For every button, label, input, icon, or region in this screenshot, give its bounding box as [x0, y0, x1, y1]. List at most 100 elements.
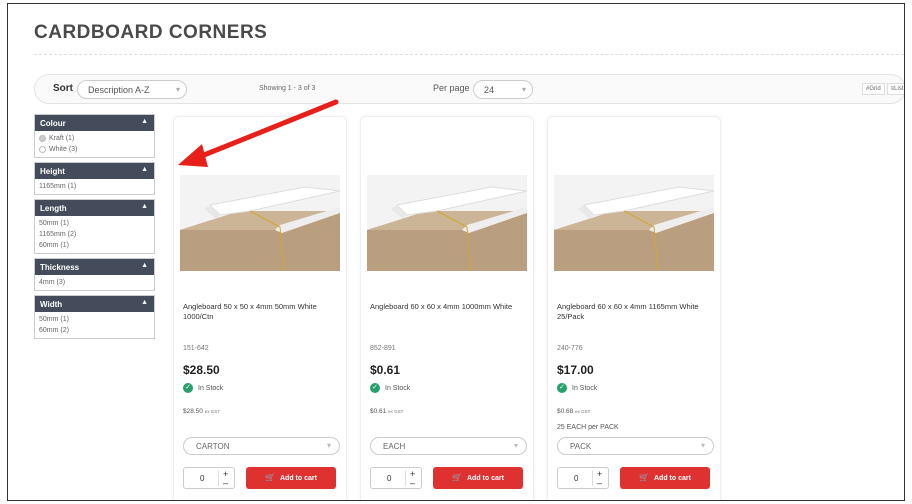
gst-label: ex GST	[388, 409, 404, 414]
stock-status: ✓ In Stock	[183, 383, 223, 393]
radio-icon[interactable]	[39, 146, 46, 153]
filter-option-label: 4mm (3)	[39, 279, 66, 286]
unit-price-value: $0.68	[557, 408, 574, 415]
product-image[interactable]	[367, 175, 528, 272]
filter-option[interactable]: 50mm (1)	[39, 218, 150, 229]
results-count: Showing 1 - 3 of 3	[259, 85, 316, 92]
unit-price-value: $0.61	[370, 408, 387, 415]
filter-title: Height	[40, 167, 65, 176]
decrement-button[interactable]: –	[410, 478, 415, 488]
product-image[interactable]	[180, 175, 341, 272]
filter-option-label: Kraft (1)	[49, 135, 75, 142]
filter-options: Kraft (1) White (3)	[35, 131, 154, 157]
filter-colour: Colour ▲ Kraft (1) White (3)	[34, 114, 155, 158]
filter-title: Thickness	[40, 263, 80, 272]
filter-header[interactable]: Length ▲	[35, 200, 154, 216]
chevron-down-icon: ▾	[326, 441, 331, 450]
title-divider	[34, 54, 904, 55]
quantity-stepper[interactable]: 0 + –	[183, 467, 235, 489]
filter-thickness: Thickness ▲ 4mm (3)	[34, 258, 155, 291]
filter-options: 50mm (1) 60mm (2)	[35, 312, 154, 338]
filter-header[interactable]: Width ▲	[35, 296, 154, 312]
sort-label: Sort	[53, 83, 73, 94]
filter-option[interactable]: 60mm (1)	[39, 240, 150, 251]
filter-option[interactable]: White (3)	[39, 144, 150, 155]
filter-option-label: White (3)	[49, 146, 78, 153]
filter-options: 4mm (3)	[35, 275, 154, 290]
add-to-cart-button[interactable]: 🛒 Add to cart	[620, 467, 710, 489]
collapse-caret-icon: ▲	[141, 203, 148, 210]
quantity-input[interactable]: 0	[200, 474, 204, 483]
add-to-cart-label: Add to cart	[280, 475, 317, 482]
product-sku: 852-891	[370, 345, 396, 352]
stock-label: In Stock	[385, 384, 411, 392]
quantity-input[interactable]: 0	[574, 474, 578, 483]
gst-label: ex GST	[204, 409, 220, 414]
filter-option[interactable]: 60mm (2)	[39, 325, 150, 336]
filter-option[interactable]: 4mm (3)	[39, 277, 150, 288]
add-to-cart-button[interactable]: 🛒 Add to cart	[433, 467, 523, 489]
per-page-label: Per page	[433, 83, 470, 93]
collapse-caret-icon: ▲	[141, 118, 148, 125]
grid-view-button[interactable]: #Grid	[862, 83, 885, 95]
filter-height: Height ▲ 1165mm (1)	[34, 162, 155, 195]
product-name[interactable]: Angleboard 60 x 60 x 4mm 1165mm White 25…	[557, 302, 717, 322]
add-to-cart-label: Add to cart	[467, 475, 504, 482]
product-card: Angleboard 60 x 60 x 4mm 1000mm White 85…	[360, 116, 534, 500]
annotation-arrow	[178, 99, 339, 167]
list-view-button[interactable]: ≡List	[886, 83, 904, 95]
chevron-down-icon: ▾	[513, 441, 518, 450]
filter-option[interactable]: 1165mm (1)	[39, 181, 150, 192]
stock-status: ✓ In Stock	[370, 383, 410, 393]
quantity-stepper[interactable]: 0 + –	[370, 467, 422, 489]
radio-icon[interactable]	[39, 135, 46, 142]
filter-option[interactable]: Kraft (1)	[39, 133, 150, 144]
sort-select-value: Description A-Z	[88, 85, 150, 95]
stock-label: In Stock	[572, 384, 598, 392]
gst-label: ex GST	[575, 409, 591, 414]
add-to-cart-button[interactable]: 🛒 Add to cart	[246, 467, 336, 489]
collapse-caret-icon: ▲	[141, 166, 148, 173]
filter-title: Length	[40, 204, 67, 213]
page-frame: CARDBOARD CORNERS Sort Description A-Z ▾…	[7, 3, 905, 501]
unit-select[interactable]: EACH ▾	[370, 437, 527, 455]
filter-option-label: 50mm (1)	[39, 220, 69, 227]
per-page-select[interactable]: 24 ▾	[473, 80, 533, 99]
stepper-divider	[218, 470, 219, 486]
product-sku: 240-776	[557, 345, 583, 352]
quantity-stepper[interactable]: 0 + –	[557, 467, 609, 489]
unit-price-value: $28.50	[183, 408, 203, 415]
filter-width: Width ▲ 50mm (1) 60mm (2)	[34, 295, 155, 339]
collapse-caret-icon: ▲	[141, 262, 148, 269]
filter-header[interactable]: Height ▲	[35, 163, 154, 179]
chevron-down-icon: ▾	[175, 85, 180, 94]
filter-header[interactable]: Thickness ▲	[35, 259, 154, 275]
product-name[interactable]: Angleboard 50 x 50 x 4mm 50mm White 1000…	[183, 302, 343, 322]
stock-label: In Stock	[198, 384, 224, 392]
check-circle-icon: ✓	[557, 383, 567, 393]
product-image[interactable]	[554, 175, 715, 272]
sort-select[interactable]: Description A-Z ▾	[77, 80, 187, 99]
filter-option[interactable]: 1165mm (2)	[39, 229, 150, 240]
filter-header[interactable]: Colour ▲	[35, 115, 154, 131]
unit-price: $0.61 ex GST	[370, 408, 403, 415]
unit-select[interactable]: CARTON ▾	[183, 437, 340, 455]
unit-select[interactable]: PACK ▾	[557, 437, 714, 455]
unit-select-value: EACH	[383, 442, 406, 451]
filter-option[interactable]: 50mm (1)	[39, 314, 150, 325]
check-circle-icon: ✓	[183, 383, 193, 393]
check-circle-icon: ✓	[370, 383, 380, 393]
add-to-cart-label: Add to cart	[654, 475, 691, 482]
decrement-button[interactable]: –	[597, 478, 602, 488]
filter-title: Width	[40, 300, 63, 309]
filter-options: 50mm (1) 1165mm (2) 60mm (1)	[35, 216, 154, 253]
product-card: Angleboard 60 x 60 x 4mm 1165mm White 25…	[547, 116, 721, 500]
filter-option-label: 1165mm (1)	[39, 183, 77, 190]
filter-sidebar: Colour ▲ Kraft (1) White (3) Height ▲ 1165mm (…	[34, 114, 155, 343]
filter-options: 1165mm (1)	[35, 179, 154, 194]
product-name[interactable]: Angleboard 60 x 60 x 4mm 1000mm White	[370, 302, 530, 312]
pack-info: 25 EACH per PACK	[557, 424, 619, 431]
quantity-input[interactable]: 0	[387, 474, 391, 483]
decrement-button[interactable]: –	[223, 478, 228, 488]
view-toggle: #Grid ≡List	[862, 83, 904, 95]
